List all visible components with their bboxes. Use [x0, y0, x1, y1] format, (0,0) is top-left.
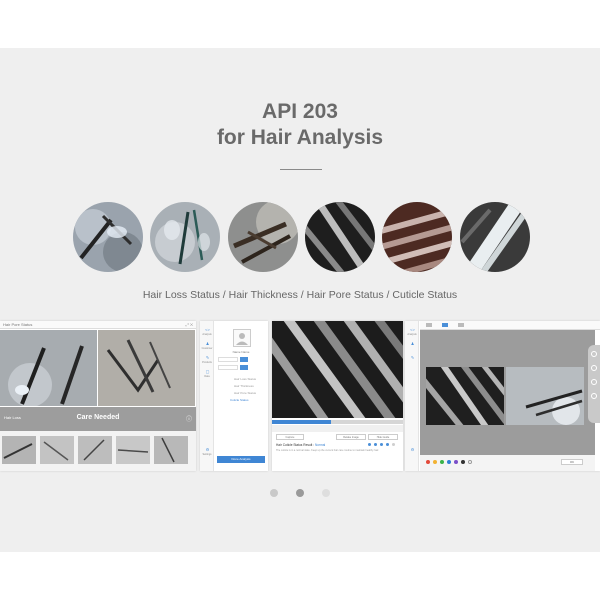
- scalp-image-right: [98, 330, 195, 406]
- thumbnail-2[interactable]: [40, 436, 74, 464]
- side-menu: <> Analysis ♟ Customer ✎ Products ▢ Data…: [200, 321, 214, 471]
- rotate-icon[interactable]: [591, 365, 597, 371]
- compare-products-icon[interactable]: ✎: [409, 355, 416, 360]
- rating-star-5: [392, 443, 395, 446]
- status-bar: Hair Loss Care Needed ⓘ: [0, 407, 196, 431]
- option-hair-thickness[interactable]: Hair Thickness: [234, 384, 254, 388]
- info-icon[interactable]: ⓘ: [186, 414, 192, 423]
- compare-toolbar: [420, 321, 600, 330]
- color-swatch-7[interactable]: [468, 460, 472, 464]
- compare-side-menu: <> Analysis ♟ ✎ ⚙: [405, 321, 419, 471]
- toolbar-btn-2[interactable]: [442, 323, 448, 327]
- page-subtitle: for Hair Analysis: [216, 126, 384, 149]
- option-hair-loss[interactable]: Hair Loss Status: [234, 377, 256, 381]
- result-label-text: Hair Cuticle Status Result :: [276, 443, 315, 447]
- brightness-icon[interactable]: [591, 379, 597, 385]
- side-label-analysis: Analysis: [202, 333, 212, 336]
- capture-button[interactable]: Capture: [276, 434, 304, 440]
- thumbnail-1[interactable]: [2, 436, 36, 464]
- rating-star-4: [386, 443, 389, 446]
- result-label: Hair Cuticle Status Result : Normal: [276, 443, 325, 447]
- field-2[interactable]: [218, 365, 238, 370]
- thumbnail-3[interactable]: [78, 436, 112, 464]
- progress-fill: [272, 420, 331, 424]
- result-value: Normal: [314, 443, 326, 447]
- zoom-icon[interactable]: [591, 351, 597, 357]
- rating-star-1: [368, 443, 371, 446]
- compare-customer-icon[interactable]: ♟: [409, 341, 416, 346]
- avatar: [233, 329, 251, 347]
- hair-loss-sample-2: [150, 202, 220, 272]
- color-swatch-4[interactable]: [447, 460, 451, 464]
- pore-status-screen[interactable]: Hair Pore Status ⤢ ✕ Hair Loss Care Need…: [0, 321, 196, 471]
- compare-side-label-analysis: Analysis: [407, 333, 417, 336]
- ok-button[interactable]: OK: [561, 459, 583, 465]
- profile-screen[interactable]: <> Analysis ♟ Customer ✎ Products ▢ Data…: [200, 321, 268, 471]
- carousel-dot-2[interactable]: [296, 489, 304, 497]
- toolbar-btn-3[interactable]: [458, 323, 464, 327]
- compare-settings-icon[interactable]: ⚙: [409, 447, 416, 452]
- compare-image-left: [418, 360, 518, 435]
- hair-pore-sample-1: [305, 202, 375, 272]
- progress-bar: [272, 420, 403, 424]
- cuticle-screen[interactable]: Capture Retake Image Hide Guide Hair Cut…: [272, 321, 403, 471]
- cuticle-image: [272, 321, 403, 434]
- rating-star-3: [380, 443, 383, 446]
- user-name: Name Name: [232, 350, 250, 354]
- done-analysis-button[interactable]: Done Analysis: [217, 456, 265, 463]
- field-toggle-1[interactable]: [240, 357, 248, 362]
- field-1[interactable]: [218, 357, 238, 362]
- hero-panel: API 203 for Hair Analysis Hair Loss Stat…: [0, 48, 600, 552]
- window-controls[interactable]: ⤢ ✕: [186, 322, 193, 327]
- color-swatch-1[interactable]: [426, 460, 430, 464]
- color-swatch-3[interactable]: [440, 460, 444, 464]
- compare-image-right: [506, 367, 584, 425]
- retake-image-button[interactable]: Retake Image: [336, 434, 366, 440]
- side-tool-tab[interactable]: [588, 345, 600, 423]
- side-label-settings: Settings: [202, 453, 212, 456]
- result-description: The cuticle is in a normal state. Keep u…: [276, 449, 379, 452]
- side-label-products: Products: [202, 361, 212, 364]
- cuticle-toolbar: [272, 425, 403, 432]
- side-label-customer: Customer: [201, 347, 213, 350]
- thumbnail-row: [0, 431, 196, 471]
- compare-screen[interactable]: <> Analysis ♟ ✎ ⚙ OK: [405, 321, 600, 471]
- data-icon[interactable]: ▢: [204, 369, 211, 374]
- option-cuticle-selected[interactable]: Cuticle Status: [230, 398, 249, 402]
- cuticle-sample: [460, 202, 530, 272]
- scalp-image-left: [0, 330, 97, 407]
- compare-analysis-icon[interactable]: <>: [409, 327, 416, 332]
- feature-caption: Hair Loss Status / Hair Thickness / Hair…: [142, 289, 458, 301]
- status-label: Care Needed: [76, 414, 120, 421]
- rating-star-2: [374, 443, 377, 446]
- hair-thickness-sample: [228, 202, 298, 272]
- hair-pore-sample-2: [382, 202, 452, 272]
- title-divider: [280, 169, 322, 170]
- color-swatch-5[interactable]: [454, 460, 458, 464]
- page-title: API 203: [262, 100, 338, 123]
- palette-bar: OK: [420, 455, 595, 471]
- products-icon[interactable]: ✎: [204, 355, 211, 360]
- color-swatch-2[interactable]: [433, 460, 437, 464]
- customer-icon[interactable]: ♟: [204, 341, 211, 346]
- hide-guide-button[interactable]: Hide Guide: [368, 434, 398, 440]
- settings-icon[interactable]: ⚙: [204, 447, 211, 452]
- analysis-icon[interactable]: <>: [204, 327, 211, 332]
- pore-screen-titlebar: Hair Pore Status ⤢ ✕: [0, 321, 196, 329]
- side-label-data: Data: [204, 375, 210, 378]
- reset-icon[interactable]: [591, 393, 597, 399]
- field-toggle-2[interactable]: [240, 365, 248, 370]
- thumbnail-4[interactable]: [116, 436, 150, 464]
- carousel-dots: [0, 484, 600, 502]
- carousel-dot-1[interactable]: [269, 489, 278, 497]
- pore-screen-title: Hair Pore Status: [3, 322, 33, 327]
- option-hair-pore[interactable]: Hair Pore Status: [234, 391, 256, 395]
- hair-loss-sample-1: [73, 202, 143, 272]
- toolbar-btn-1[interactable]: [426, 323, 432, 327]
- thumbnail-5[interactable]: [154, 436, 188, 464]
- carousel-dot-3[interactable]: [322, 489, 331, 497]
- color-swatch-6[interactable]: [461, 460, 465, 464]
